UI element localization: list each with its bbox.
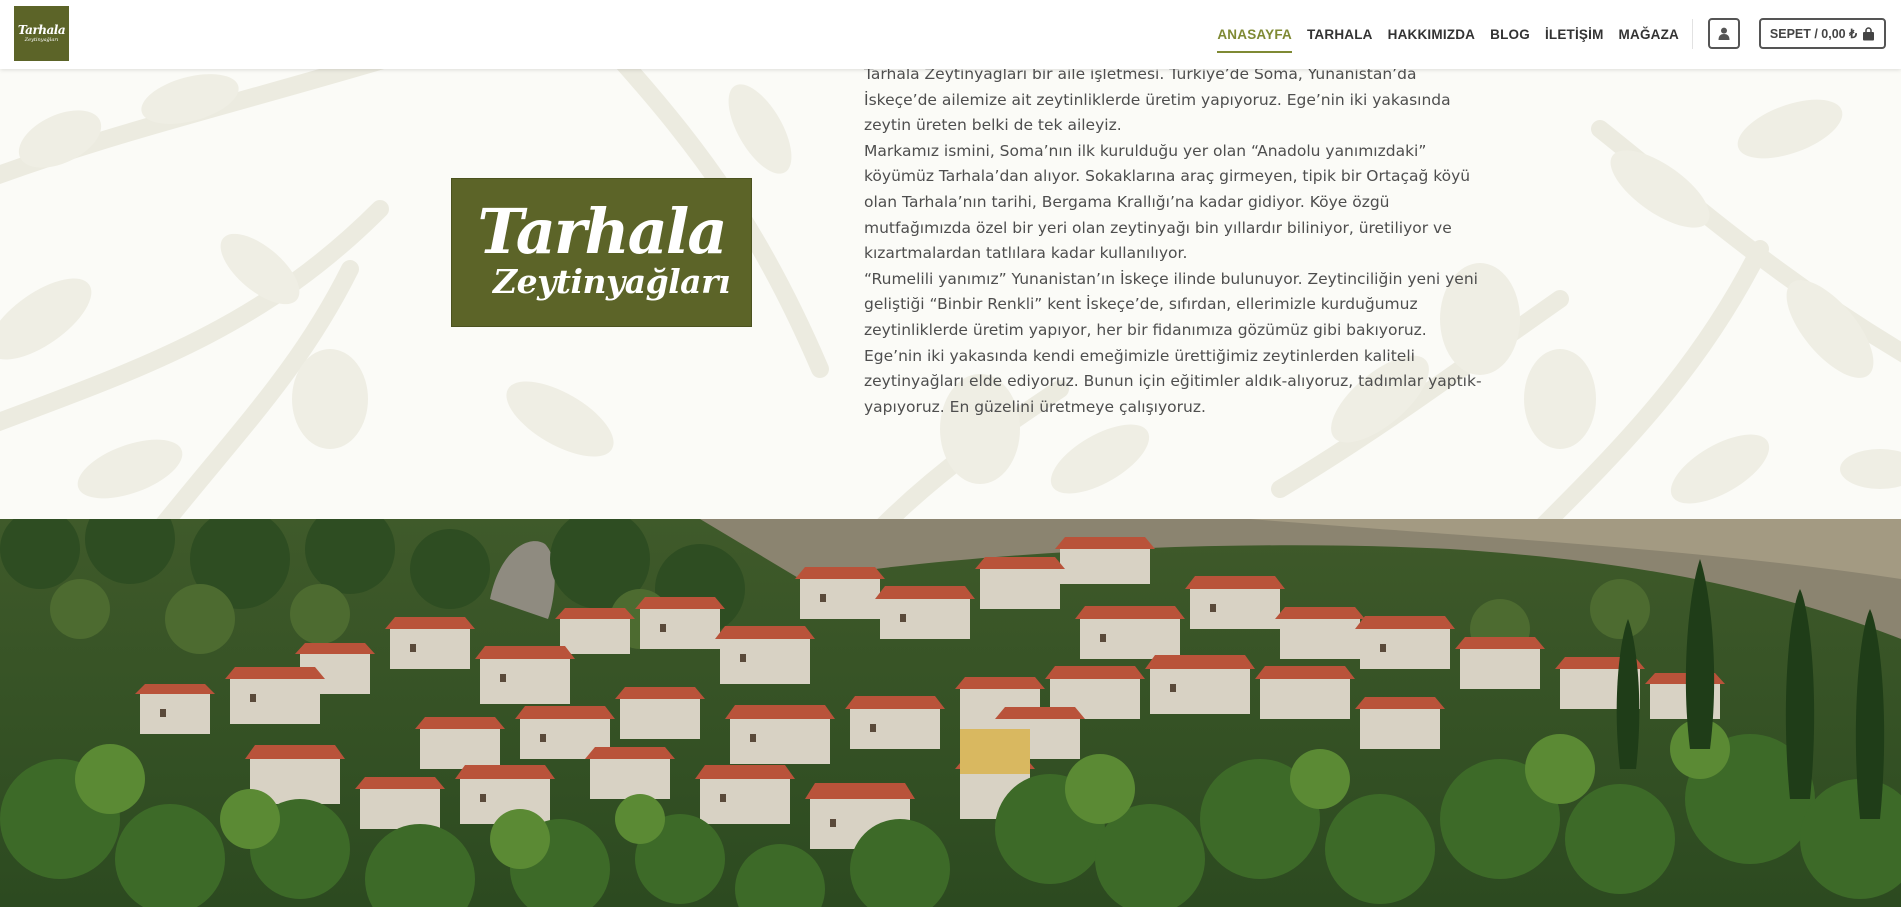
about-paragraph: “Rumelili yanımız” Yunanistan’ın İskeçe … bbox=[864, 269, 1478, 339]
shopping-bag-icon bbox=[1862, 26, 1875, 41]
nav-item-tarhala[interactable]: TARHALA bbox=[1307, 0, 1373, 69]
nav-item-blog[interactable]: BLOG bbox=[1490, 0, 1530, 69]
site-header: Tarhala Zeytinyağları ANASAYFA TARHALA H… bbox=[0, 0, 1901, 69]
account-button[interactable] bbox=[1708, 18, 1740, 49]
nav-divider bbox=[1692, 19, 1693, 49]
logo-big-title: Tarhala bbox=[477, 194, 727, 268]
user-icon bbox=[1718, 27, 1730, 40]
logo-subtitle: Zeytinyağları bbox=[24, 36, 59, 43]
village-illustration bbox=[0, 519, 1901, 907]
about-paragraph: Ege’nin iki yakasında kendi emeğimizle ü… bbox=[864, 346, 1482, 416]
main-nav: ANASAYFA TARHALA HAKKIMIZDA BLOG İLETİŞİ… bbox=[1202, 0, 1679, 69]
about-paragraph: Markamız ismini, Soma’nın ilk kurulduğu … bbox=[864, 141, 1471, 263]
nav-item-magaza[interactable]: MAĞAZA bbox=[1619, 0, 1679, 69]
tarhala-logo: Tarhala Zeytinyağları bbox=[451, 178, 752, 327]
village-photo bbox=[0, 519, 1901, 907]
logo-big-subtitle: Zeytinyağları bbox=[492, 261, 731, 301]
nav-item-iletisim[interactable]: İLETİŞİM bbox=[1545, 0, 1604, 69]
nav-item-hakkimizda[interactable]: HAKKIMIZDA bbox=[1388, 0, 1476, 69]
cart-label: SEPET / 0,00 ₺ bbox=[1769, 27, 1858, 41]
about-text: Tarhala Zeytinyağları bir aile işletmesi… bbox=[864, 69, 1484, 420]
logo-title: Tarhala bbox=[17, 22, 66, 37]
cart-button[interactable]: SEPET / 0,00 ₺ bbox=[1759, 18, 1886, 49]
site-logo[interactable]: Tarhala Zeytinyağları bbox=[14, 6, 69, 61]
nav-item-anasayfa[interactable]: ANASAYFA bbox=[1217, 0, 1292, 69]
about-intro-section: Tarhala Zeytinyağları Tarhala Zeytinyağl… bbox=[0, 69, 1901, 519]
about-paragraph: Tarhala Zeytinyağları bir aile işletmesi… bbox=[864, 69, 1451, 135]
